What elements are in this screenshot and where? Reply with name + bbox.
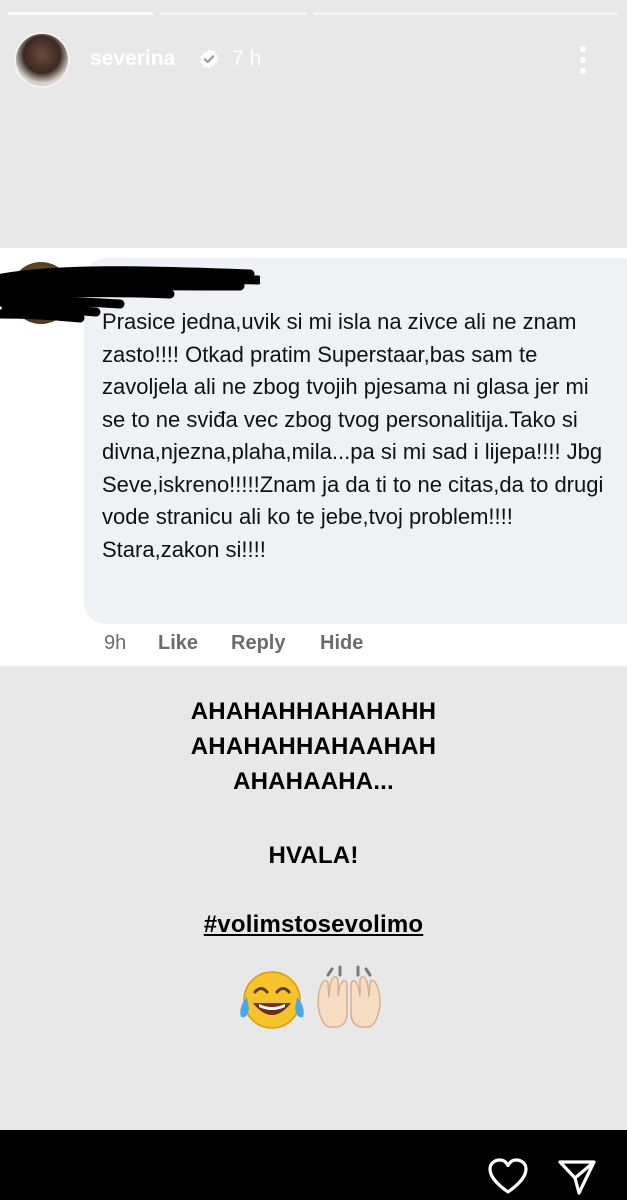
like-button[interactable]: Like [158, 632, 198, 655]
face-with-tears-of-joy-emoji [240, 971, 304, 1029]
comment-text: Prasice jedna,uvik si mi isla na zivce a… [102, 309, 604, 562]
hide-button[interactable]: Hide [320, 632, 363, 655]
comment-time: 9h [104, 632, 127, 654]
story-time: 7 h [232, 47, 262, 70]
username[interactable]: severina [90, 47, 175, 71]
overlay-line-2: AHAHAHHAHAAHAH [190, 733, 437, 760]
heart-icon[interactable] [488, 1158, 528, 1196]
story-progress-3 [313, 12, 618, 15]
overlay-line-1: AHAHAHHAHAHAHH [190, 698, 437, 725]
story-progress-fill-1 [8, 12, 153, 15]
more-vertical-icon[interactable] [575, 42, 591, 78]
overlay-thanks: HVALA! [268, 842, 359, 869]
reply-button[interactable]: Reply [231, 632, 285, 655]
raising-hands-emoji [317, 965, 381, 1028]
overlay-line-3: AHAHAAHA... [233, 768, 394, 795]
avatar[interactable] [14, 32, 70, 88]
story-progress-2 [160, 12, 307, 15]
send-icon[interactable] [557, 1158, 597, 1196]
overlay-hashtag[interactable]: #volimstosevolimo [0, 911, 627, 939]
bottom-bar [0, 1130, 627, 1200]
story-progress-1 [8, 12, 153, 15]
verified-badge-icon [200, 49, 218, 69]
